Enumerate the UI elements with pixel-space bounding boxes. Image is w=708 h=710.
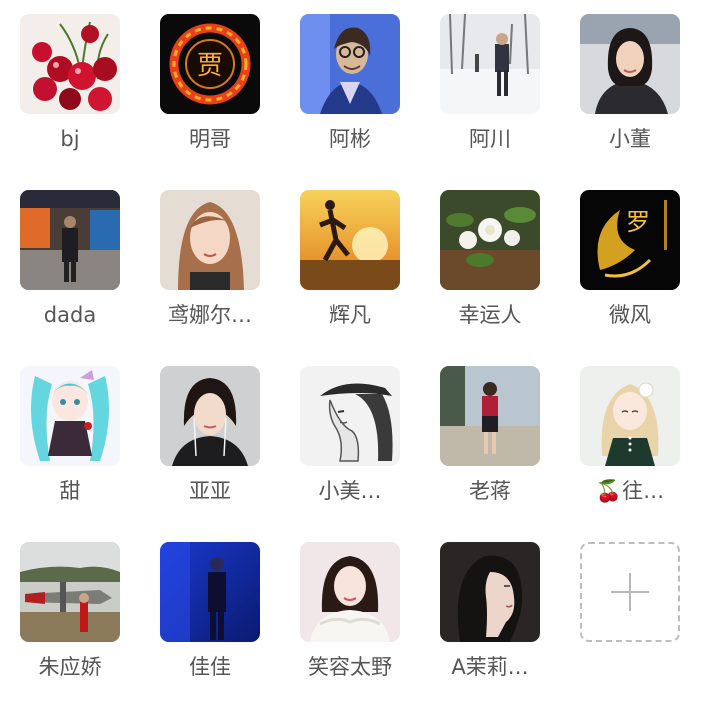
member-name: A茉莉… — [451, 655, 529, 679]
member-name: 阿彬 — [329, 127, 371, 151]
golden-phoenix-luo-logo: 罗 — [580, 190, 680, 290]
gardenia-flowers-photo — [440, 190, 540, 290]
member-zhu-ying-jiao[interactable]: 朱应娇 — [0, 528, 140, 704]
member-bj[interactable]: bj — [0, 0, 140, 176]
member-name: 亚亚 — [189, 479, 231, 503]
member-a-bin[interactable]: 阿彬 — [280, 0, 420, 176]
svg-text:贾: 贾 — [197, 51, 223, 81]
svg-text:罗: 罗 — [626, 208, 650, 236]
member-name: 佳佳 — [189, 655, 231, 679]
member-xiao-mei[interactable]: 小美… — [280, 352, 420, 528]
add-member-button[interactable] — [560, 528, 700, 704]
airplane-person-photo — [20, 542, 120, 642]
member-ya-ya[interactable]: 亚亚 — [140, 352, 280, 528]
member-wei-feng[interactable]: 罗 微风 — [560, 176, 700, 352]
member-lao-jiang[interactable]: 老蒋 — [420, 352, 560, 528]
member-name: 鸢娜尔… — [168, 303, 252, 327]
member-name: 甜 — [59, 479, 81, 503]
woman-selfie-photo — [160, 190, 260, 290]
member-name: 辉凡 — [329, 303, 371, 327]
member-name: 阿川 — [469, 127, 511, 151]
woman-cap-sketch-photo — [300, 366, 400, 466]
member-name: 小董 — [609, 127, 651, 151]
member-name: 老蒋 — [469, 479, 511, 503]
member-a-mo-li[interactable]: A茉莉… — [420, 528, 560, 704]
member-name: dada — [43, 303, 97, 327]
woman-portrait-photo — [580, 14, 680, 114]
member-name: 明哥 — [189, 127, 231, 151]
member-name: 小美… — [318, 479, 382, 503]
runner-sunset-photo — [300, 190, 400, 290]
man-with-glasses-photo — [300, 14, 400, 114]
woman-street-photo — [440, 366, 540, 466]
woman-earphones-photo — [160, 366, 260, 466]
member-xiao-dong[interactable]: 小董 — [560, 0, 700, 176]
fire-ring-jia-logo: 贾 — [160, 14, 260, 114]
member-name: 幸运人 — [458, 303, 522, 327]
member-cherry-wang[interactable]: 🍒往… — [560, 352, 700, 528]
member-name: 🍒往… — [595, 479, 665, 503]
blue-scene-photo — [160, 542, 260, 642]
group-members-grid: bj 贾 明哥 阿彬 阿川 小董 dada 鸢娜尔… 辉凡 幸运人 罗 微风 甜… — [0, 0, 708, 710]
member-name: bj — [60, 127, 80, 151]
cherries-photo — [20, 14, 120, 114]
member-dada[interactable]: dada — [0, 176, 140, 352]
member-a-chuan[interactable]: 阿川 — [420, 0, 560, 176]
mall-interior-photo — [20, 190, 120, 290]
member-xiao-rong-tai-ye[interactable]: 笑容太野 — [280, 528, 420, 704]
woman-profile-photo — [440, 542, 540, 642]
member-ming-ge[interactable]: 贾 明哥 — [140, 0, 280, 176]
man-in-snow-photo — [440, 14, 540, 114]
add-member-tile[interactable] — [580, 542, 680, 642]
member-name: 朱应娇 — [38, 655, 102, 679]
member-name: 笑容太野 — [308, 655, 392, 679]
member-tian[interactable]: 甜 — [0, 352, 140, 528]
woman-fur-collar-photo — [300, 542, 400, 642]
member-yuan-na-er[interactable]: 鸢娜尔… — [140, 176, 280, 352]
anime-girl-photo — [20, 366, 120, 466]
member-xing-yun-ren[interactable]: 幸运人 — [420, 176, 560, 352]
member-name: 微风 — [609, 303, 651, 327]
member-hui-fan[interactable]: 辉凡 — [280, 176, 420, 352]
cartoon-girl-photo — [580, 366, 680, 466]
member-jia-jia[interactable]: 佳佳 — [140, 528, 280, 704]
